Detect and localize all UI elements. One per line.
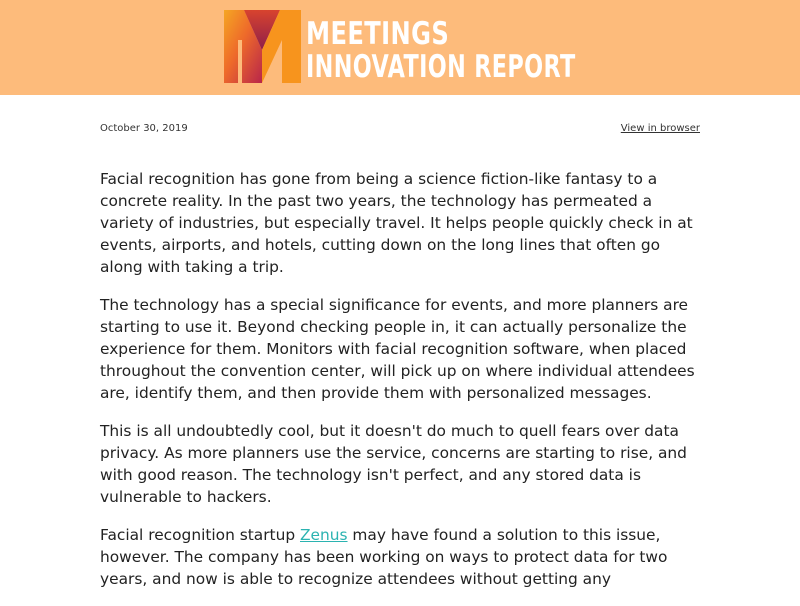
paragraph-4-lead-text: Facial recognition startup	[100, 526, 300, 544]
zenus-link[interactable]: Zenus	[300, 526, 348, 544]
article-paragraph-4: Facial recognition startup Zenus may hav…	[100, 524, 700, 590]
article-body: Facial recognition has gone from being a…	[100, 168, 700, 606]
meta-row: October 30, 2019 View in browser	[100, 123, 700, 139]
header-banner: MEETINGS INNOVATION REPORT	[0, 0, 800, 95]
logo-line-meetings: MEETINGS	[306, 16, 450, 52]
view-in-browser-link[interactable]: View in browser	[621, 123, 700, 134]
logo-wordmark: MEETINGS INNOVATION REPORT	[306, 18, 680, 84]
article-paragraph-2: The technology has a special significanc…	[100, 296, 695, 402]
logo-line-innovation-report: INNOVATION REPORT	[306, 49, 576, 85]
meetings-logo-icon	[224, 10, 301, 83]
issue-date: October 30, 2019	[100, 123, 188, 134]
article-paragraph-1: Facial recognition has gone from being a…	[100, 170, 693, 276]
article-paragraph-3: This is all undoubtedly cool, but it doe…	[100, 422, 687, 506]
